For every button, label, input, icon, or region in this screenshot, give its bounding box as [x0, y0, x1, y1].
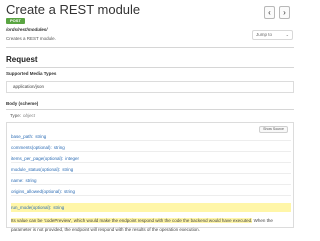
jump-to-label: Jump to [256, 32, 273, 37]
jump-to-select[interactable]: Jump to ⌄ [252, 30, 293, 40]
property-name: items_per_page(optional): [11, 156, 64, 161]
divider [6, 47, 294, 48]
property-description: Its value can be 'codePreview', which wo… [11, 216, 293, 234]
property-name: base_path: [11, 134, 34, 139]
property-type: string [53, 145, 65, 150]
list-item[interactable]: base_path: string [11, 132, 291, 141]
chevron-down-icon: ⌄ [285, 32, 289, 37]
page-title: Create a REST module [6, 2, 141, 17]
divider [6, 109, 294, 110]
endpoint-description: Creates a REST module. [6, 36, 56, 41]
property-name: run_mode(optional): [11, 205, 52, 210]
highlighted-description: Its value can be 'codePreview', which wo… [11, 218, 253, 223]
list-item[interactable]: module_status(optional): string [11, 165, 291, 174]
chevron-left-icon[interactable]: ‹ [264, 6, 275, 19]
property-type: string [53, 205, 65, 210]
page: Create a REST module ‹ › POST /ords/rest… [0, 0, 300, 241]
property-name: module_status(optional): [11, 167, 61, 172]
endpoint-path: /ords/rest/modules/ [6, 27, 48, 32]
property-type: integer [65, 156, 80, 161]
property-type: string [64, 189, 76, 194]
property-type: string [35, 134, 47, 139]
list-item[interactable]: origins_allowed(optional): string [11, 187, 291, 196]
request-heading: Request [6, 55, 38, 64]
media-type-value: application/json [6, 81, 294, 93]
type-line: Type: object [10, 113, 35, 118]
type-label: Type: [10, 113, 22, 118]
list-item[interactable]: comments(optional): string [11, 143, 291, 152]
chevron-right-icon[interactable]: › [279, 6, 290, 19]
media-types-label: Supported Media Types [6, 71, 57, 76]
list-item-highlighted[interactable]: run_mode(optional): string [11, 203, 291, 212]
property-name: comments(optional): [11, 145, 52, 150]
property-name: origins_allowed(optional): [11, 189, 63, 194]
body-label: Body (scheme) [6, 101, 39, 106]
property-type: string [25, 178, 37, 183]
list-item[interactable]: items_per_page(optional): integer [11, 154, 291, 163]
list-item[interactable]: name: string [11, 176, 291, 185]
property-type: string [62, 167, 74, 172]
property-name: name: [11, 178, 24, 183]
schema-panel: Show Source base_path: string comments(op… [6, 122, 294, 232]
method-badge: POST [6, 18, 25, 24]
divider [6, 67, 294, 68]
type-value: object [23, 113, 36, 118]
